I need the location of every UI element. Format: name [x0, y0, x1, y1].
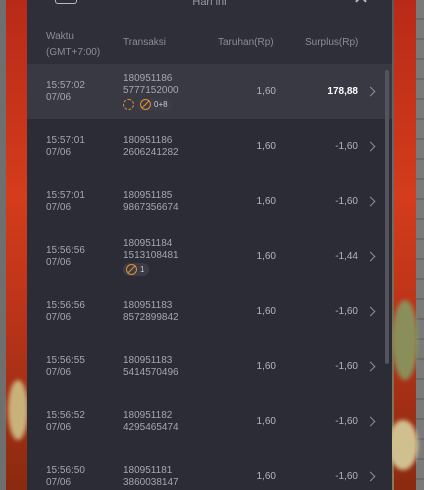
row-time: 15:56:56 07/06	[46, 300, 85, 323]
column-header-bet: Taruhan(Rp)	[218, 37, 274, 48]
chevron-right-icon[interactable]	[365, 86, 376, 97]
row-badges: 1	[123, 263, 150, 276]
backdrop-leaf	[388, 420, 418, 470]
chevron-right-icon[interactable]	[365, 361, 376, 372]
table-row[interactable]: 15:56:56 07/06 180951183 8572899842 1,60 -…	[27, 284, 392, 340]
row-transaction-id: 180951183 8572899842	[123, 300, 179, 323]
row-bet: 1,60	[256, 251, 276, 262]
scrollbar[interactable]	[385, 70, 389, 364]
column-header-transaction: Transaksi	[123, 37, 166, 48]
row-time: 15:57:02 07/06	[46, 80, 85, 103]
table-row[interactable]: 15:56:50 07/06 180951181 3860038147 1,60 -…	[27, 449, 392, 490]
row-bet: 1,60	[256, 141, 276, 152]
modal-header: Hari ini ✕	[27, 0, 392, 27]
free-spin-icon	[126, 264, 137, 275]
row-badges: 0+8	[123, 98, 173, 111]
table-row[interactable]: 15:56:55 07/06 180951183 5414570496 1,60 -…	[27, 339, 392, 395]
chevron-right-icon[interactable]	[365, 141, 376, 152]
row-transaction-id: 180951186 5777152000	[123, 73, 179, 96]
row-surplus: -1,44	[335, 251, 358, 262]
row-time: 15:57:01 07/06	[46, 135, 85, 158]
row-transaction-id: 180951185 9867356674	[123, 190, 179, 213]
column-header-surplus: Surplus(Rp)	[305, 37, 359, 48]
column-header-time: Waktu (GMT+7:00)	[46, 31, 101, 58]
chevron-right-icon[interactable]	[365, 416, 376, 427]
chevron-right-icon[interactable]	[365, 306, 376, 317]
backdrop-leaf	[392, 300, 418, 380]
row-surplus: -1,60	[335, 306, 358, 317]
table-row[interactable]: 15:57:01 07/06 180951186 2606241282 1,60 -…	[27, 119, 392, 175]
row-bet: 1,60	[256, 416, 276, 427]
free-spin-icon	[140, 99, 151, 110]
row-transaction-id: 180951183 5414570496	[123, 355, 179, 378]
row-time: 15:56:52 07/06	[46, 410, 85, 433]
chevron-right-icon[interactable]	[365, 471, 376, 482]
table-row[interactable]: 15:56:52 07/06 180951182 4295465474 1,60 -…	[27, 394, 392, 450]
row-time: 15:56:50 07/06	[46, 465, 85, 488]
row-surplus: -1,60	[335, 471, 358, 482]
backdrop-leaf	[8, 380, 28, 440]
table-row[interactable]: 15:57:02 07/06 180951186 5777152000 0+8 1,…	[27, 64, 392, 120]
chevron-right-icon[interactable]	[365, 196, 376, 207]
free-spin-badge: 0+8	[137, 98, 173, 111]
backdrop-red-pillar-right	[394, 0, 416, 490]
row-bet: 1,60	[256, 361, 276, 372]
row-surplus: -1,60	[335, 361, 358, 372]
row-transaction-id: 180951181 3860038147	[123, 465, 179, 488]
row-surplus: -1,60	[335, 416, 358, 427]
row-time: 15:56:55 07/06	[46, 355, 85, 378]
table-row[interactable]: 15:57:01 07/06 180951185 9867356674 1,60 -…	[27, 174, 392, 230]
row-time: 15:56:56 07/06	[46, 245, 85, 268]
table-row[interactable]: 15:56:56 07/06 180951184 1513108481 1 1,60…	[27, 229, 392, 285]
close-icon[interactable]: ✕	[350, 0, 372, 8]
modal-title: Hari ini	[192, 0, 227, 8]
backdrop-right-strip	[416, 0, 424, 490]
row-surplus: -1,60	[335, 196, 358, 207]
row-bet: 1,60	[256, 471, 276, 482]
row-bet: 1,60	[256, 86, 276, 97]
free-spin-badge: 1	[123, 263, 150, 276]
chevron-right-icon[interactable]	[365, 251, 376, 262]
row-transaction-id: 180951184 1513108481	[123, 238, 179, 261]
respin-icon	[123, 99, 134, 110]
row-transaction-id: 180951186 2606241282	[123, 135, 179, 158]
row-bet: 1,60	[256, 196, 276, 207]
history-modal: Hari ini ✕ Waktu (GMT+7:00) Transaksi Ta…	[27, 0, 392, 490]
row-bet: 1,60	[256, 306, 276, 317]
table-header: Waktu (GMT+7:00) Transaksi Taruhan(Rp) S…	[27, 26, 392, 64]
row-surplus: 178,88	[327, 86, 358, 97]
row-time: 15:57:01 07/06	[46, 190, 85, 213]
row-surplus: -1,60	[335, 141, 358, 152]
row-transaction-id: 180951182 4295465474	[123, 410, 179, 433]
